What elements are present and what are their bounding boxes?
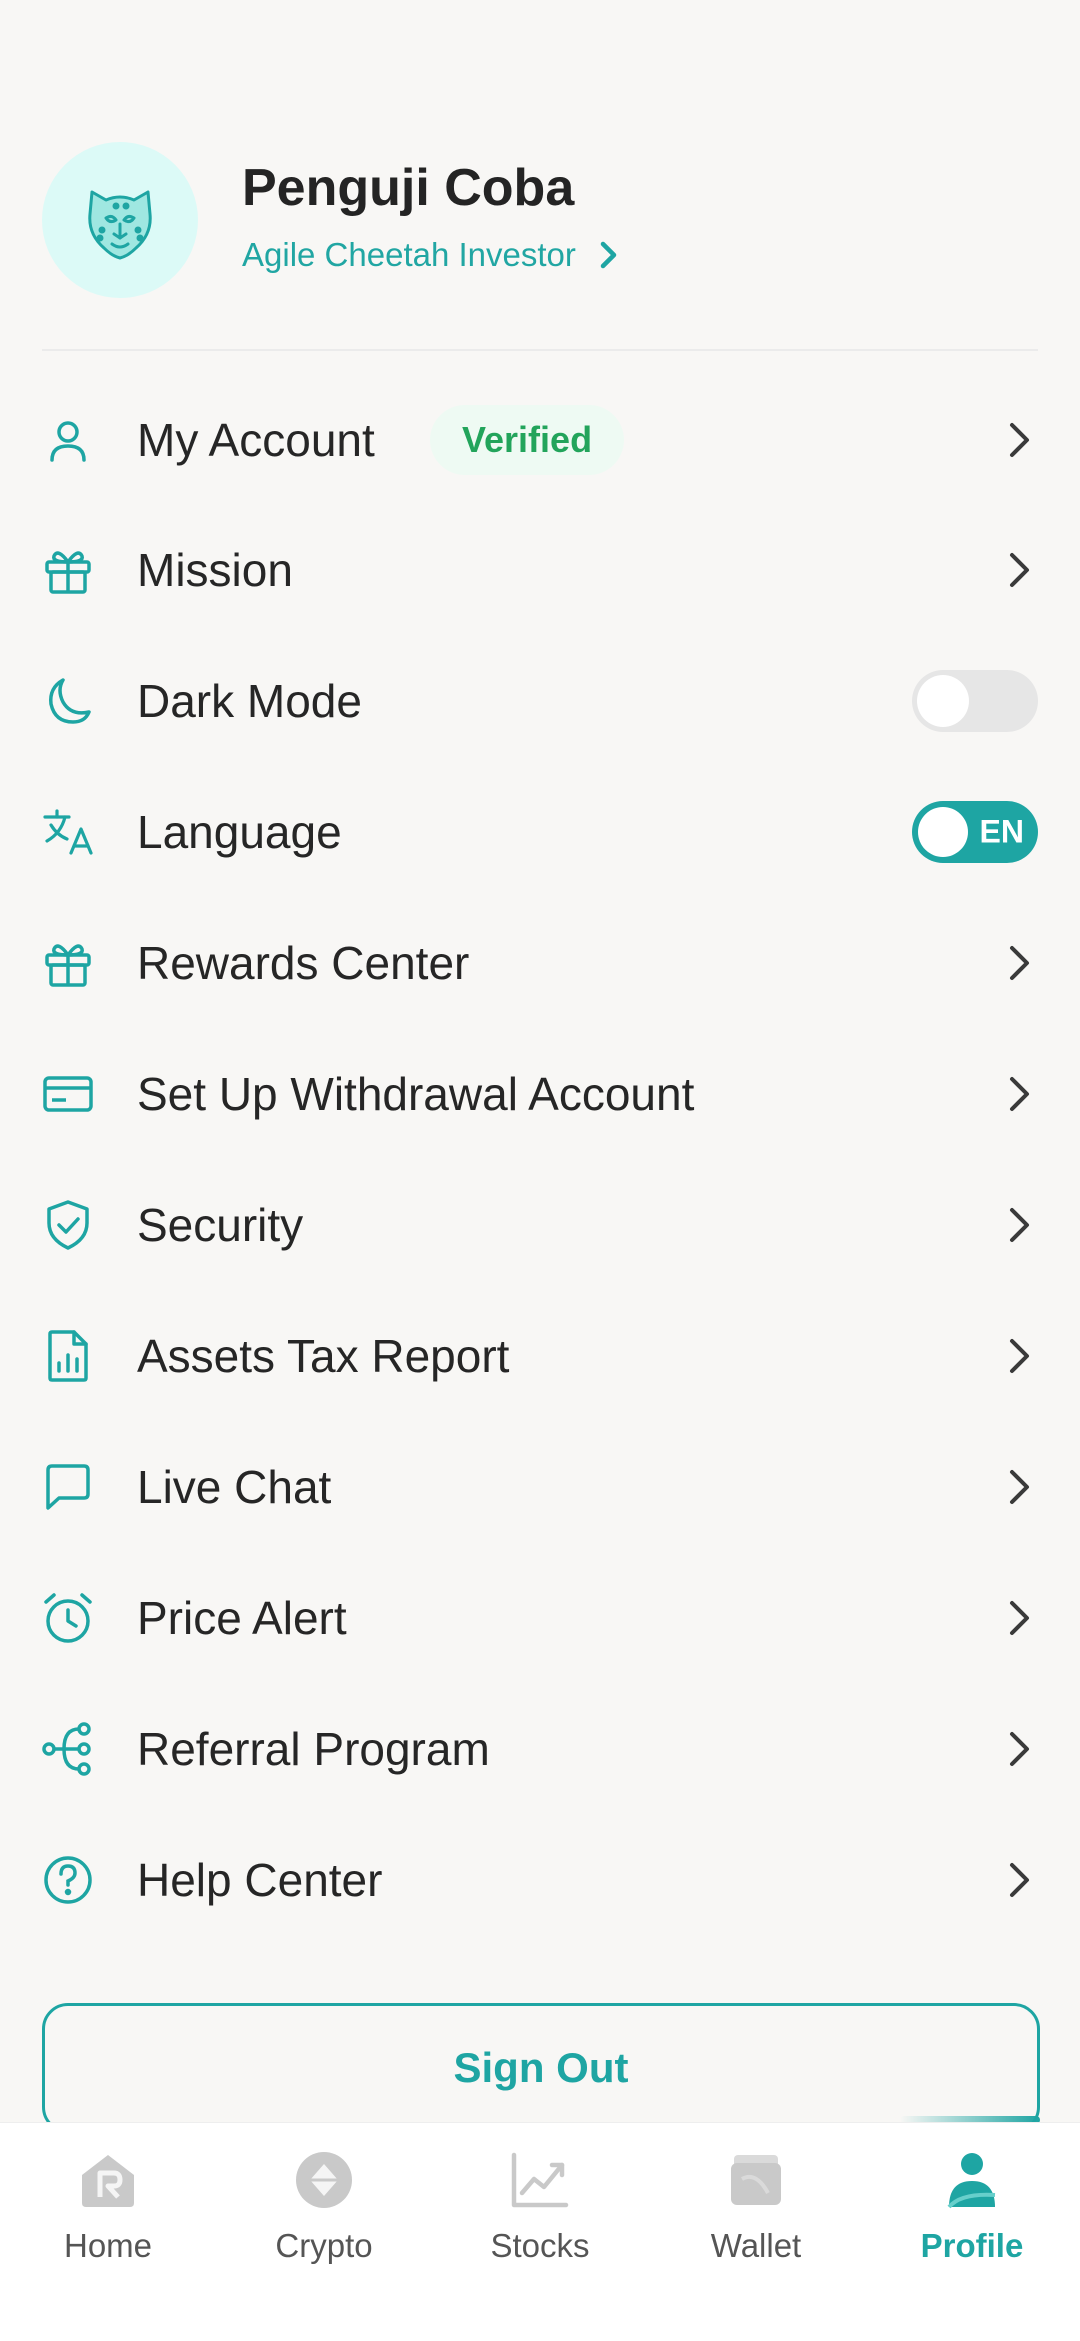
tab-label: Profile bbox=[920, 2227, 1024, 2264]
divider bbox=[42, 349, 1038, 351]
chevron-right-icon bbox=[1000, 1467, 1040, 1507]
menu-item-label: Security bbox=[137, 1198, 304, 1251]
crypto-icon bbox=[289, 2145, 359, 2215]
menu-item-label: Assets Tax Report bbox=[137, 1329, 510, 1382]
chevron-right-icon bbox=[1000, 1860, 1040, 1900]
menu-item-assets-tax-report[interactable]: Assets Tax Report bbox=[0, 1290, 1080, 1421]
chevron-right-icon bbox=[1000, 1074, 1040, 1114]
chevron-right-icon bbox=[1000, 420, 1040, 460]
tab-label: Crypto bbox=[275, 2227, 373, 2264]
tab-label: Wallet bbox=[710, 2227, 802, 2264]
dark-mode-toggle[interactable] bbox=[912, 669, 1038, 732]
question-circle-icon bbox=[40, 1852, 96, 1908]
translate-icon bbox=[40, 804, 96, 860]
tab-label: Home bbox=[63, 2227, 153, 2264]
gift-icon bbox=[40, 935, 96, 991]
report-icon bbox=[40, 1328, 96, 1384]
chevron-right-icon bbox=[1000, 943, 1040, 983]
menu-item-label: Help Center bbox=[137, 1853, 383, 1906]
investor-tier-link[interactable]: Agile Cheetah Investor bbox=[242, 236, 620, 274]
menu-item-security[interactable]: Security bbox=[0, 1159, 1080, 1290]
language-code: EN bbox=[979, 813, 1024, 849]
gift-icon bbox=[40, 542, 96, 598]
menu-item-mission[interactable]: Mission bbox=[0, 504, 1080, 635]
menu-item-label: Set Up Withdrawal Account bbox=[137, 1067, 695, 1120]
menu-item-label: My Account bbox=[137, 414, 375, 466]
chevron-right-icon bbox=[1000, 1729, 1040, 1769]
menu-item-label: Price Alert bbox=[137, 1591, 347, 1644]
menu-item-help-center[interactable]: Help Center bbox=[0, 1814, 1080, 1945]
verified-badge: Verified bbox=[430, 405, 625, 475]
shield-icon bbox=[40, 1197, 96, 1253]
sign-out-button[interactable]: Sign Out bbox=[42, 2003, 1040, 2133]
chevron-right-icon bbox=[1000, 1336, 1040, 1376]
tab-wallet[interactable]: Wallet bbox=[648, 2123, 864, 2341]
menu-item-dark-mode: Dark Mode bbox=[0, 635, 1080, 766]
menu-item-live-chat[interactable]: Live Chat bbox=[0, 1421, 1080, 1552]
menu-item-referral-program[interactable]: Referral Program bbox=[0, 1683, 1080, 1814]
tab-label: Stocks bbox=[490, 2227, 590, 2264]
moon-icon bbox=[40, 673, 96, 729]
user-name: Penguji Coba bbox=[242, 159, 575, 217]
settings-menu: My Account Verified Mission Dark Mode La… bbox=[0, 376, 1080, 1945]
toggle-knob bbox=[918, 806, 968, 857]
home-icon bbox=[73, 2145, 143, 2215]
toggle-knob bbox=[917, 674, 969, 727]
profile-header: Penguji Coba Agile Cheetah Investor bbox=[0, 0, 1080, 352]
wallet-icon bbox=[721, 2145, 791, 2215]
avatar[interactable] bbox=[42, 142, 198, 298]
card-icon bbox=[40, 1066, 96, 1122]
tab-profile[interactable]: Profile bbox=[864, 2123, 1080, 2341]
share-network-icon bbox=[40, 1721, 96, 1777]
menu-item-price-alert[interactable]: Price Alert bbox=[0, 1552, 1080, 1683]
chevron-right-icon bbox=[600, 241, 617, 269]
cheetah-icon bbox=[88, 190, 152, 260]
user-icon bbox=[40, 412, 96, 468]
menu-item-language: Language EN bbox=[0, 766, 1080, 897]
menu-item-rewards-center[interactable]: Rewards Center bbox=[0, 897, 1080, 1028]
tab-crypto[interactable]: Crypto bbox=[216, 2123, 432, 2341]
chevron-right-icon bbox=[1000, 1205, 1040, 1245]
menu-item-label: Live Chat bbox=[137, 1460, 332, 1513]
menu-item-label: Dark Mode bbox=[137, 674, 362, 727]
menu-item-label: Rewards Center bbox=[137, 936, 470, 989]
tab-home[interactable]: Home bbox=[0, 2123, 216, 2341]
investor-tier-label: Agile Cheetah Investor bbox=[242, 236, 576, 273]
stocks-chart-icon bbox=[505, 2145, 575, 2215]
chevron-right-icon bbox=[1000, 550, 1040, 590]
menu-item-label: Mission bbox=[137, 543, 293, 596]
chat-icon bbox=[40, 1459, 96, 1515]
menu-item-label: Referral Program bbox=[137, 1722, 490, 1775]
menu-item-my-account[interactable]: My Account Verified bbox=[0, 376, 1080, 504]
profile-icon bbox=[937, 2145, 1007, 2215]
alarm-clock-icon bbox=[40, 1590, 96, 1646]
tab-stocks[interactable]: Stocks bbox=[432, 2123, 648, 2341]
menu-item-label: Language bbox=[137, 805, 342, 858]
bottom-navigation: Home Crypto Stocks Wallet Profile bbox=[0, 2122, 1080, 2341]
language-toggle[interactable]: EN bbox=[912, 800, 1038, 863]
menu-item-withdrawal-account[interactable]: Set Up Withdrawal Account bbox=[0, 1028, 1080, 1159]
chevron-right-icon bbox=[1000, 1598, 1040, 1638]
